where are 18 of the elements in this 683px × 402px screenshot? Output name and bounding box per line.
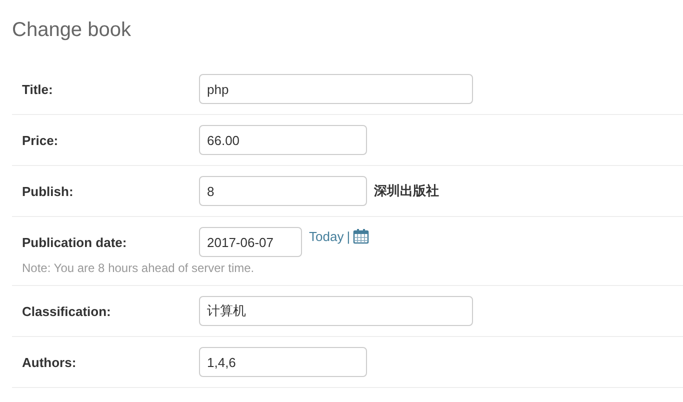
page-title: Change book [12, 19, 132, 42]
field-label: Publication date: [22, 234, 128, 250]
input-field[interactable]: 1,4,6 [199, 347, 367, 377]
calendar-icon[interactable] [353, 228, 370, 244]
help-note: Note: You are 8 hours ahead of server time. [22, 261, 256, 275]
separator: | [346, 228, 350, 244]
date-field[interactable]: 2017-06-07 [199, 227, 302, 257]
related-object-name: 深圳出版社 [374, 183, 439, 200]
field-label: Publish: [22, 184, 74, 198]
input-field[interactable]: 8 [199, 176, 367, 206]
field-label: Title: [22, 82, 54, 96]
input-field[interactable]: 66.00 [199, 125, 367, 155]
input-field[interactable]: php [199, 74, 473, 104]
field-label: Authors: [22, 354, 78, 370]
input-field[interactable]: 计算机 [199, 296, 473, 326]
field-label: Price: [22, 132, 60, 148]
field-label: Classification: [22, 304, 112, 318]
today-link[interactable]: Today [309, 228, 344, 244]
